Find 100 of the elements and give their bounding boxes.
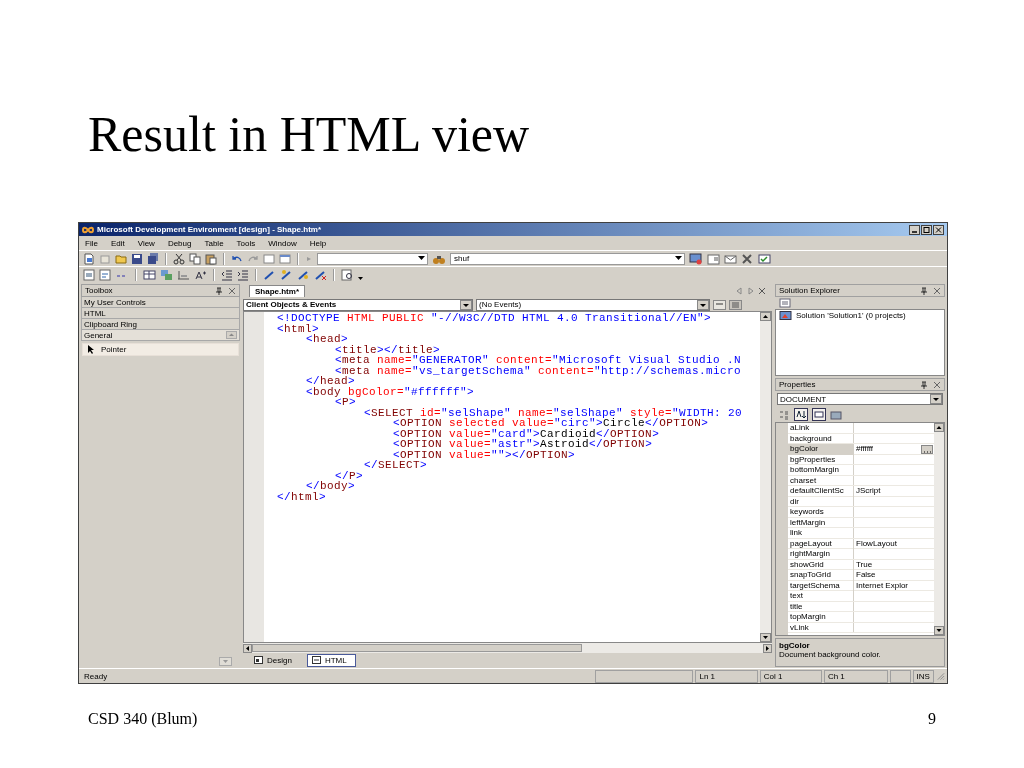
checklist-icon[interactable] bbox=[758, 252, 771, 265]
horizontal-scrollbar[interactable] bbox=[243, 643, 772, 653]
property-row[interactable]: topMargin bbox=[788, 612, 934, 623]
event-dropdown[interactable]: (No Events) bbox=[476, 298, 710, 311]
indent-icon[interactable] bbox=[237, 268, 249, 281]
menu-item[interactable]: Window bbox=[268, 238, 297, 248]
menu-item[interactable]: Help bbox=[309, 238, 327, 248]
scroll-right-icon[interactable] bbox=[763, 643, 772, 653]
resize-grip-icon[interactable] bbox=[935, 671, 945, 681]
property-row[interactable]: dir bbox=[788, 496, 934, 507]
pencil-icon[interactable] bbox=[263, 268, 276, 281]
property-row[interactable]: pageLayout FlowLayout bbox=[788, 538, 934, 549]
scrollbar[interactable] bbox=[934, 423, 944, 635]
property-row[interactable]: aLink bbox=[788, 423, 934, 434]
property-row[interactable]: bgColor #ffffff bbox=[788, 444, 934, 455]
property-row[interactable]: keywords bbox=[788, 507, 934, 518]
single-column-icon[interactable] bbox=[713, 299, 726, 310]
property-row[interactable]: vLink bbox=[788, 622, 934, 633]
property-pages-icon[interactable] bbox=[830, 408, 842, 421]
floppy-disks-icon[interactable] bbox=[147, 252, 159, 265]
toolbox-tab[interactable]: General bbox=[81, 330, 240, 341]
property-row[interactable]: showGrid True bbox=[788, 559, 934, 570]
close-icon[interactable] bbox=[228, 286, 236, 295]
property-row[interactable]: text bbox=[788, 591, 934, 602]
menu-item[interactable]: Edit bbox=[110, 238, 125, 248]
tools-icon[interactable] bbox=[741, 252, 754, 265]
pin-icon[interactable] bbox=[920, 380, 928, 389]
caret-icon bbox=[418, 256, 425, 261]
pencil-star-icon[interactable] bbox=[297, 268, 310, 281]
property-row[interactable]: rightMargin bbox=[788, 549, 934, 560]
pencil-cross-icon[interactable] bbox=[314, 268, 327, 281]
scroll-down-icon[interactable] bbox=[760, 633, 771, 642]
find-field[interactable]: shuf bbox=[450, 252, 685, 265]
close-icon[interactable] bbox=[758, 287, 766, 295]
properties-icon[interactable] bbox=[812, 408, 826, 421]
property-row[interactable]: snapToGrid False bbox=[788, 570, 934, 581]
split-view-icon[interactable] bbox=[729, 299, 742, 310]
toolbox-tab[interactable]: HTML bbox=[81, 308, 240, 319]
menu-item[interactable]: View bbox=[137, 238, 155, 248]
scroll-up-icon[interactable] bbox=[760, 312, 771, 321]
code-line: <body bgColor="#ffffff"> bbox=[305, 386, 475, 397]
pin-icon[interactable] bbox=[920, 286, 928, 295]
view-tab[interactable]: HTML bbox=[306, 653, 356, 667]
document-tab[interactable]: Shape.htm* bbox=[249, 285, 305, 297]
scroll-down-icon[interactable] bbox=[934, 626, 944, 635]
property-row[interactable]: bgProperties bbox=[788, 454, 934, 465]
property-row[interactable]: defaultClientSc JScript bbox=[788, 486, 934, 497]
window-title: Microsoft Development Environment [design] - Shape.htm* bbox=[97, 225, 322, 234]
ellipsis-icon[interactable] bbox=[921, 444, 933, 454]
code-line: <html> bbox=[276, 323, 320, 334]
preview-icon[interactable] bbox=[341, 268, 354, 281]
menu-item[interactable]: File bbox=[85, 238, 98, 248]
property-row[interactable]: targetSchema Internet Explor bbox=[788, 580, 934, 591]
envelope-icon[interactable] bbox=[724, 252, 737, 265]
tree-item[interactable]: Solution 'Solution1' (0 projects) bbox=[779, 311, 941, 320]
property-row[interactable]: link bbox=[788, 528, 934, 539]
property-name: leftMargin bbox=[788, 517, 854, 527]
window-icon[interactable] bbox=[279, 252, 291, 265]
table-icon[interactable] bbox=[143, 268, 156, 281]
scrollbar[interactable] bbox=[760, 312, 771, 642]
property-row[interactable]: title bbox=[788, 601, 934, 612]
object-dropdown[interactable]: DOCUMENT bbox=[777, 393, 943, 405]
view-tab[interactable]: Design bbox=[249, 653, 301, 667]
menu-item[interactable]: Debug bbox=[167, 238, 192, 248]
monitor-icon[interactable] bbox=[689, 252, 703, 265]
toolbox-tab[interactable]: My User Controls bbox=[81, 297, 240, 308]
close-icon[interactable] bbox=[933, 224, 944, 235]
scissors-icon[interactable] bbox=[173, 252, 185, 265]
menu-item[interactable]: Table bbox=[204, 238, 224, 248]
clipboard-icon[interactable] bbox=[205, 252, 217, 265]
property-row[interactable]: charset bbox=[788, 475, 934, 486]
maximize-icon[interactable] bbox=[921, 224, 932, 235]
pencil-star-icon[interactable] bbox=[280, 268, 293, 281]
code-line: <SELECT id="selShape" name="selShape" style="WIDTH: 20 bbox=[363, 407, 743, 418]
status-message: Ready bbox=[83, 670, 109, 682]
code-line: </SELECT> bbox=[363, 460, 428, 471]
property-row[interactable]: leftMargin bbox=[788, 517, 934, 528]
scroll-left-icon[interactable] bbox=[243, 643, 252, 653]
object-dropdown[interactable]: Client Objects & Events bbox=[243, 298, 473, 311]
scroll-thumb[interactable] bbox=[252, 644, 582, 652]
menu-item[interactable]: Tools bbox=[236, 238, 256, 248]
document-icon[interactable] bbox=[83, 252, 95, 265]
minimize-icon[interactable] bbox=[909, 224, 920, 235]
window-icon[interactable] bbox=[263, 252, 275, 265]
panel-title: Properties bbox=[779, 380, 816, 389]
toolbox-tab[interactable]: Clipboard Ring bbox=[81, 319, 240, 330]
property-row[interactable]: bottomMargin bbox=[788, 465, 934, 476]
font-size-icon[interactable] bbox=[194, 268, 207, 281]
scroll-up-icon[interactable] bbox=[934, 423, 944, 432]
toolbox-item[interactable]: Pointer bbox=[82, 343, 239, 356]
form-icon[interactable] bbox=[83, 268, 95, 281]
pin-icon[interactable] bbox=[215, 286, 223, 295]
close-icon[interactable] bbox=[933, 380, 941, 389]
window-icon[interactable] bbox=[707, 252, 720, 265]
outdent-icon[interactable] bbox=[221, 268, 233, 281]
form-icon[interactable] bbox=[99, 268, 111, 281]
copy-icon[interactable] bbox=[189, 252, 201, 265]
close-icon[interactable] bbox=[933, 286, 941, 295]
code-line: <OPTION selected value="circ">Circle</OPTION> bbox=[392, 418, 709, 429]
sort-az-icon[interactable] bbox=[794, 408, 808, 421]
